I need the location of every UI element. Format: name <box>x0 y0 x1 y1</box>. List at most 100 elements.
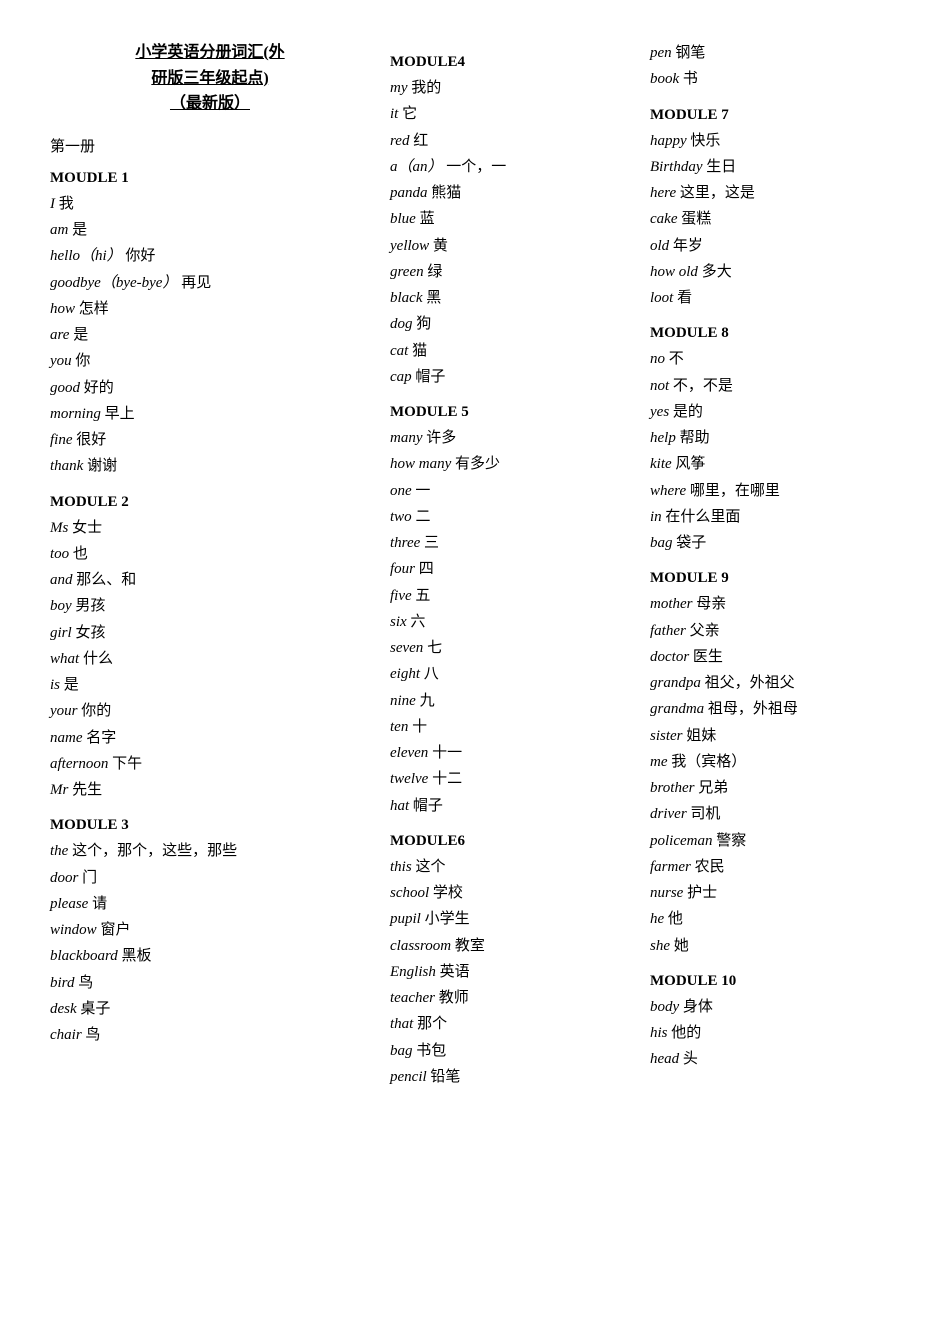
vocab-cn: 小学生 <box>425 911 470 927</box>
vocab-en: six <box>390 614 407 630</box>
vocab-item: nurse 护士 <box>650 880 910 906</box>
vocab-item: dog 狗 <box>390 311 630 337</box>
vocab-en: boy <box>50 598 72 614</box>
vocab-cn: 猫 <box>412 343 427 359</box>
vocab-cn: 请 <box>92 896 107 912</box>
vocab-cn: 名字 <box>86 730 116 746</box>
vocab-cn: 教师 <box>439 990 469 1006</box>
vocab-en: in <box>650 509 662 525</box>
vocab-cn: 先生 <box>72 782 102 798</box>
vocab-en: body <box>650 999 679 1015</box>
vocab-cn: 三 <box>424 535 439 551</box>
page-container: 小学英语分册词汇(外研版三年级起点)（最新版）第一册MOUDLE 1I 我am … <box>50 40 895 1090</box>
vocab-item: how 怎样 <box>50 296 370 322</box>
vocab-en: kite <box>650 456 672 472</box>
vocab-cn: 四 <box>419 561 434 577</box>
vocab-cn: 看 <box>677 290 692 306</box>
vocab-cn: 我的 <box>411 80 441 96</box>
vocab-item: many 许多 <box>390 425 630 451</box>
vocab-cn: 兄弟 <box>698 780 728 796</box>
vocab-cn: 十一 <box>432 745 462 761</box>
vocab-en: how old <box>650 264 698 280</box>
vocab-item: where 哪里，在哪里 <box>650 478 910 504</box>
vocab-cn: 钢笔 <box>675 45 705 61</box>
column-3: pen 钢笔book 书MODULE 7happy 快乐Birthday 生日h… <box>650 40 910 1090</box>
vocab-cn: 蓝 <box>420 211 435 227</box>
vocab-cn: 黄 <box>433 238 448 254</box>
vocab-item: pencil 铅笔 <box>390 1064 630 1090</box>
vocab-cn: 十二 <box>432 771 462 787</box>
vocab-item: chair 鸟 <box>50 1022 370 1048</box>
vocab-cn: 七 <box>427 640 442 656</box>
vocab-cn: 窗户 <box>100 922 130 938</box>
vocab-en: door <box>50 870 78 886</box>
vocab-item: the 这个，那个，这些，那些 <box>50 838 370 864</box>
vocab-en: how many <box>390 456 451 472</box>
vocab-en: Birthday <box>650 159 703 175</box>
vocab-item: twelve 十二 <box>390 766 630 792</box>
vocab-en: you <box>50 353 72 369</box>
vocab-en: one <box>390 483 412 499</box>
vocab-en: Ms <box>50 520 68 536</box>
vocab-item: Mr 先生 <box>50 777 370 803</box>
vocab-cn: 再见 <box>181 275 211 291</box>
vocab-en: your <box>50 703 78 719</box>
vocab-cn: 门 <box>82 870 97 886</box>
vocab-item: six 六 <box>390 609 630 635</box>
vocab-en: cap <box>390 369 412 385</box>
vocab-en: and <box>50 572 73 588</box>
vocab-cn: 十 <box>412 719 427 735</box>
vocab-item: teacher 教师 <box>390 985 630 1011</box>
vocab-item: Ms 女士 <box>50 515 370 541</box>
vocab-item: a（an） 一个，一 <box>390 154 630 180</box>
vocab-cn: 不 <box>669 351 684 367</box>
vocab-item: this 这个 <box>390 854 630 880</box>
vocab-en: bag <box>650 535 673 551</box>
vocab-item: ten 十 <box>390 714 630 740</box>
vocab-cn: 八 <box>424 666 439 682</box>
vocab-en: is <box>50 677 60 693</box>
vocab-cn: 姐妹 <box>686 728 716 744</box>
vocab-item: he 他 <box>650 906 910 932</box>
vocab-en: morning <box>50 406 101 422</box>
vocab-en: old <box>650 238 669 254</box>
vocab-en: that <box>390 1016 413 1032</box>
vocab-en: no <box>650 351 665 367</box>
module-header: MODULE 8 <box>650 325 910 342</box>
vocab-en: dog <box>390 316 413 332</box>
vocab-item: hello（hi） 你好 <box>50 243 370 269</box>
vocab-en: panda <box>390 185 428 201</box>
vocab-en: sister <box>650 728 683 744</box>
vocab-cn: 教室 <box>455 938 485 954</box>
vocab-en: English <box>390 964 436 980</box>
vocab-cn: 女士 <box>72 520 102 536</box>
vocab-item: old 年岁 <box>650 233 910 259</box>
vocab-en: help <box>650 430 676 446</box>
vocab-item: in 在什么里面 <box>650 504 910 530</box>
column-2: MODULE4my 我的it 它red 红a（an） 一个，一panda 熊猫b… <box>390 40 630 1090</box>
vocab-cn: 帽子 <box>413 798 443 814</box>
vocab-en: green <box>390 264 424 280</box>
vocab-cn: 你好 <box>125 248 155 264</box>
vocab-en: eleven <box>390 745 428 761</box>
vocab-cn: 多大 <box>702 264 732 280</box>
vocab-en: twelve <box>390 771 428 787</box>
vocab-item: that 那个 <box>390 1011 630 1037</box>
vocab-en: nurse <box>650 885 683 901</box>
first-volume-header: 第一册 <box>50 135 370 156</box>
vocab-item: Birthday 生日 <box>650 154 910 180</box>
vocab-item: driver 司机 <box>650 801 910 827</box>
vocab-en: red <box>390 133 409 149</box>
column-1: 小学英语分册词汇(外研版三年级起点)（最新版）第一册MOUDLE 1I 我am … <box>50 40 370 1090</box>
module-header: MODULE 7 <box>650 107 910 124</box>
vocab-cn: 司机 <box>690 806 720 822</box>
vocab-cn: 怎样 <box>79 301 109 317</box>
vocab-item: seven 七 <box>390 635 630 661</box>
vocab-cn: 是 <box>72 222 87 238</box>
vocab-cn: 六 <box>410 614 425 630</box>
vocab-en: ten <box>390 719 408 735</box>
vocab-cn: 是的 <box>673 404 703 420</box>
vocab-item: help 帮助 <box>650 425 910 451</box>
vocab-cn: 身体 <box>683 999 713 1015</box>
vocab-cn: 生日 <box>706 159 736 175</box>
